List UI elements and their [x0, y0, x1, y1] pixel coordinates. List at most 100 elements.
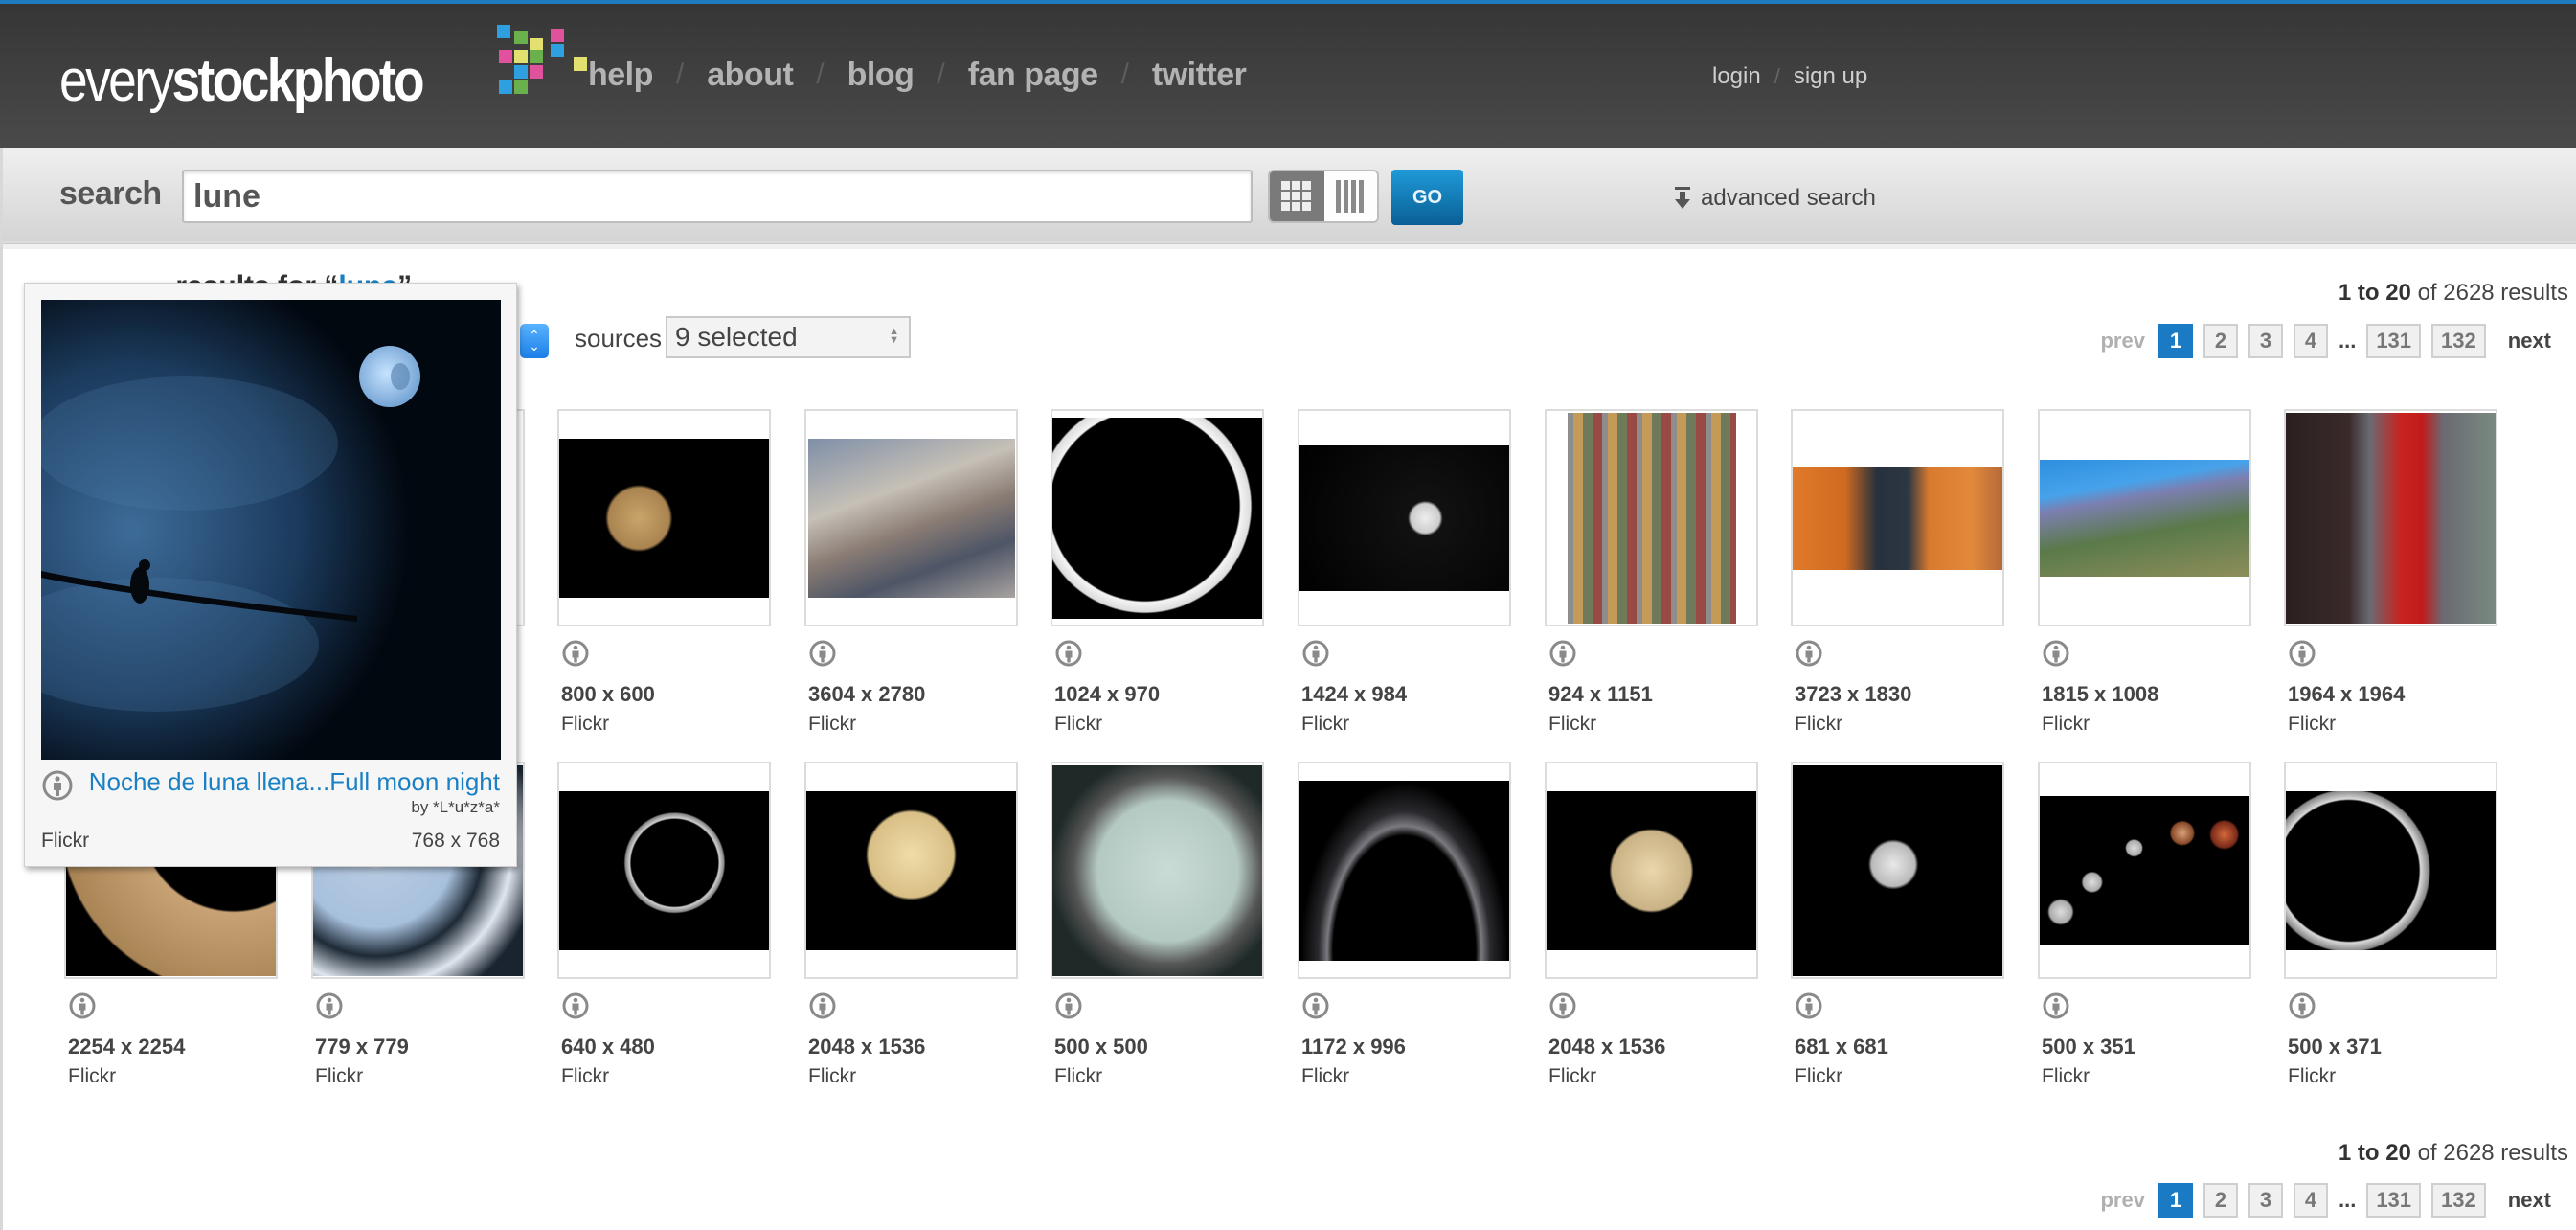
nav-fan-page[interactable]: fan page — [968, 57, 1098, 94]
result-thumbnail-astronaut-toys[interactable] — [1793, 466, 2002, 570]
result-card[interactable]: 1172 x 996 Flickr — [1298, 762, 1511, 1097]
result-thumbnail-frame[interactable] — [2038, 762, 2251, 979]
result-thumbnail-frame[interactable] — [2284, 409, 2497, 626]
page-4[interactable]: 4 — [2293, 1183, 2328, 1218]
result-thumbnail-grey-full-moon[interactable] — [1793, 764, 2002, 976]
result-thumbnail-frame[interactable] — [804, 762, 1018, 979]
result-thumbnail-frame[interactable] — [557, 409, 771, 626]
result-thumbnail-frame[interactable] — [1298, 762, 1511, 979]
creative-commons-person-icon[interactable] — [561, 639, 590, 668]
page-2[interactable]: 2 — [2203, 324, 2238, 358]
creative-commons-person-icon[interactable] — [808, 639, 837, 668]
creative-commons-person-icon[interactable] — [561, 991, 590, 1020]
creative-commons-person-icon[interactable] — [315, 991, 344, 1020]
nav-help[interactable]: help — [588, 57, 653, 94]
creative-commons-person-icon[interactable] — [1548, 639, 1577, 668]
result-thumbnail-child-in-red[interactable] — [2286, 412, 2496, 624]
creative-commons-person-icon[interactable] — [1795, 639, 1823, 668]
result-thumbnail-frame[interactable] — [1051, 409, 1264, 626]
page-132[interactable]: 132 — [2431, 324, 2486, 358]
page-131[interactable]: 131 — [2366, 1183, 2422, 1218]
preview-image[interactable] — [41, 300, 501, 760]
sources-select[interactable]: 9 selected ▲ ▼ — [666, 316, 911, 358]
result-card[interactable]: 1424 x 984 Flickr — [1298, 409, 1511, 744]
result-card[interactable]: 1964 x 1964 Flickr — [2284, 409, 2497, 744]
sort-select-stepper[interactable]: ⌃ ⌄ — [520, 324, 549, 358]
result-thumbnail-frame[interactable] — [1545, 409, 1758, 626]
result-card[interactable]: 500 x 500 Flickr — [1051, 762, 1264, 1097]
next-page-link[interactable]: next — [2508, 329, 2551, 353]
result-thumbnail-frame[interactable] — [2284, 762, 2497, 979]
creative-commons-person-icon[interactable] — [2288, 639, 2316, 668]
page-2[interactable]: 2 — [2203, 1183, 2238, 1218]
result-card[interactable]: 3723 x 1830 Flickr — [1791, 409, 2004, 744]
search-input[interactable] — [182, 170, 1253, 223]
column-view-button[interactable] — [1323, 171, 1377, 221]
creative-commons-person-icon[interactable] — [1795, 991, 1823, 1020]
login-link[interactable]: login — [1712, 63, 1761, 90]
creative-commons-person-icon[interactable] — [2042, 639, 2070, 668]
page-1[interactable]: 1 — [2158, 324, 2193, 358]
result-thumbnail-frame[interactable] — [1051, 762, 1264, 979]
result-card[interactable]: 1815 x 1008 Flickr — [2038, 409, 2251, 744]
creative-commons-person-icon[interactable] — [1301, 991, 1330, 1020]
page-4[interactable]: 4 — [2293, 324, 2328, 358]
result-thumbnail-thin-crescent[interactable] — [559, 790, 769, 950]
creative-commons-person-icon[interactable] — [2288, 991, 2316, 1020]
result-card[interactable]: 681 x 681 Flickr — [1791, 762, 2004, 1097]
prev-page-link[interactable]: prev — [2100, 329, 2144, 353]
page-131[interactable]: 131 — [2366, 324, 2422, 358]
result-thumbnail-photo-mosaic[interactable] — [1567, 412, 1736, 624]
result-thumbnail-lunar-eclipse-sequence[interactable] — [2040, 796, 2249, 945]
page-132[interactable]: 132 — [2431, 1183, 2486, 1218]
preview-author[interactable]: by *L*u*z*a* — [411, 798, 500, 817]
result-thumbnail-crescent-moon-small[interactable] — [1299, 444, 1509, 591]
result-card[interactable]: 3604 x 2780 Flickr — [804, 409, 1018, 744]
page-3[interactable]: 3 — [2248, 1183, 2283, 1218]
result-card[interactable]: 2048 x 1536 Flickr — [804, 762, 1018, 1097]
result-thumbnail-frame[interactable] — [1791, 762, 2004, 979]
creative-commons-person-icon[interactable] — [1054, 639, 1083, 668]
creative-commons-person-icon[interactable] — [1301, 639, 1330, 668]
result-card[interactable]: 500 x 371 Flickr — [2284, 762, 2497, 1097]
creative-commons-person-icon[interactable] — [808, 991, 837, 1020]
prev-page-link[interactable]: prev — [2100, 1188, 2144, 1213]
image-preview-popup[interactable]: Noche de luna llena...Full moon night by… — [24, 283, 517, 867]
result-card[interactable]: 1024 x 970 Flickr — [1051, 409, 1264, 744]
creative-commons-person-icon[interactable] — [68, 991, 97, 1020]
result-card[interactable]: 800 x 600 Flickr — [557, 409, 771, 744]
creative-commons-person-icon[interactable] — [1548, 991, 1577, 1020]
result-thumbnail-frame[interactable] — [2038, 409, 2251, 626]
result-thumbnail-flower-hillside[interactable] — [2040, 459, 2249, 577]
result-thumbnail-waxing-crescent[interactable] — [2286, 790, 2496, 950]
result-thumbnail-crescent-moon-large[interactable] — [1052, 417, 1262, 619]
creative-commons-person-icon[interactable] — [2042, 991, 2070, 1020]
result-thumbnail-moon-behind-branches[interactable] — [806, 790, 1016, 950]
advanced-search-link[interactable]: advanced search — [1674, 185, 1876, 212]
go-button[interactable]: GO — [1391, 170, 1463, 225]
result-thumbnail-melies-moon-face[interactable] — [1052, 764, 1262, 976]
signup-link[interactable]: sign up — [1794, 63, 1867, 90]
result-card[interactable]: 640 x 480 Flickr — [557, 762, 771, 1097]
next-page-link[interactable]: next — [2508, 1188, 2551, 1213]
nav-twitter[interactable]: twitter — [1152, 57, 1247, 94]
result-thumbnail-golden-full-moon[interactable] — [559, 438, 769, 598]
preview-title-link[interactable]: Noche de luna llena...Full moon night — [89, 767, 500, 797]
result-thumbnail-frame[interactable] — [804, 409, 1018, 626]
site-logo[interactable]: everystockphoto — [59, 25, 587, 111]
nav-about[interactable]: about — [707, 57, 794, 94]
result-thumbnail-frame[interactable] — [1298, 409, 1511, 626]
grid-view-button[interactable] — [1270, 171, 1324, 221]
result-card[interactable]: 2048 x 1536 Flickr — [1545, 762, 1758, 1097]
page-3[interactable]: 3 — [2248, 324, 2283, 358]
nav-blog[interactable]: blog — [847, 57, 915, 94]
result-thumbnail-frame[interactable] — [1791, 409, 2004, 626]
result-thumbnail-earthshine-arc[interactable] — [1299, 780, 1509, 961]
result-card[interactable]: 924 x 1151 Flickr — [1545, 409, 1758, 744]
result-card[interactable]: 500 x 351 Flickr — [2038, 762, 2251, 1097]
creative-commons-person-icon[interactable] — [1054, 991, 1083, 1020]
result-thumbnail-frame[interactable] — [557, 762, 771, 979]
result-thumbnail-full-beige-moon[interactable] — [1547, 790, 1756, 950]
result-thumbnail-surreal-painting[interactable] — [807, 438, 1015, 598]
result-thumbnail-frame[interactable] — [1545, 762, 1758, 979]
